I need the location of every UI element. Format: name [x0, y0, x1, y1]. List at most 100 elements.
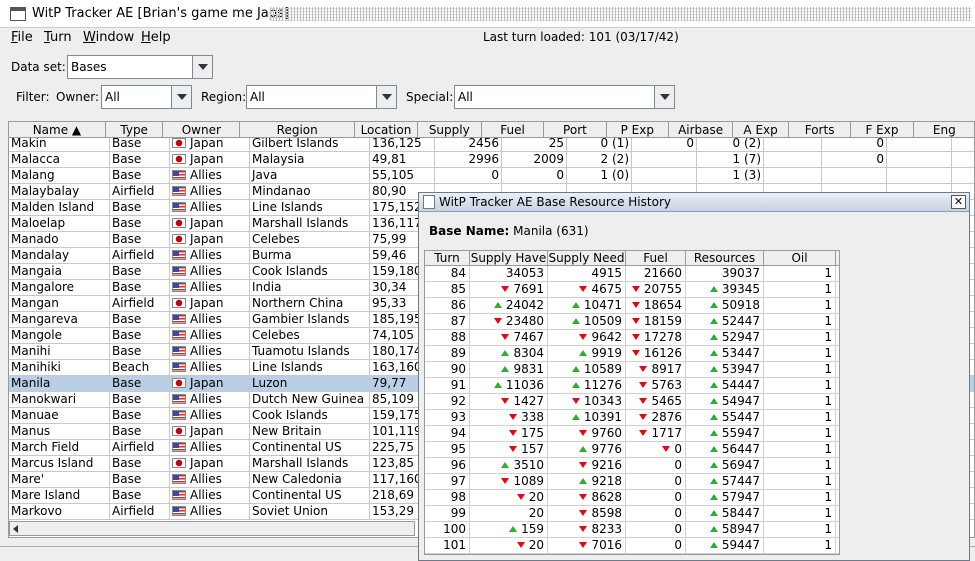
history-row[interactable]: 97 1089 9218 0 57447 1	[425, 474, 839, 490]
history-value: 1	[824, 330, 832, 344]
table-cell: Mindanao	[250, 184, 370, 200]
history-row[interactable]: 99 20 8598 0 58447 1	[425, 506, 839, 522]
dataset-value: Bases	[71, 60, 107, 74]
column-header[interactable]: Owner	[163, 122, 241, 138]
history-row[interactable]: 89 8304 9919 16126 53447 1	[425, 346, 839, 362]
up-arrow-icon: 10471	[572, 298, 622, 312]
history-row[interactable]: 88 7467 9642 17278 52947 1	[425, 330, 839, 346]
owner-text: Allies	[190, 408, 222, 422]
history-row[interactable]: 91 11036 11276 5763 54447 1	[425, 378, 839, 394]
menu-help[interactable]: Help	[141, 30, 171, 45]
owner-text: Allies	[190, 184, 222, 198]
owner-text: Japan	[190, 424, 224, 438]
history-row[interactable]: 84 34053 4915 21660 39037 1	[425, 266, 839, 282]
history-row[interactable]: 86 24042 10471 18654 50918 1	[425, 298, 839, 314]
history-cell: 39345	[686, 282, 764, 297]
history-column-header[interactable]: Supply Need	[548, 251, 626, 265]
history-row[interactable]: 87 23480 10509 18159 52447 1	[425, 314, 839, 330]
region-select[interactable]: All	[246, 85, 397, 109]
table-cell: Maloelap	[9, 216, 110, 232]
history-column-header[interactable]: Turn	[425, 251, 470, 265]
menu-file[interactable]: File	[11, 30, 33, 45]
column-header[interactable]: Airbase	[669, 122, 734, 138]
table-cell: 49,81	[370, 152, 435, 168]
chevron-down-icon[interactable]	[654, 86, 674, 108]
special-select[interactable]: All	[454, 85, 675, 109]
chevron-down-icon[interactable]	[376, 86, 396, 108]
table-cell: New Britain	[250, 424, 370, 440]
dialog-title: WitP Tracker AE Base Resource History	[439, 195, 671, 209]
history-row[interactable]: 95 157 9776 0 56447 1	[425, 442, 839, 458]
history-row[interactable]: 96 3510 9216 0 56947 1	[425, 458, 839, 474]
table-cell: Base	[110, 328, 170, 344]
region-value: All	[250, 90, 265, 104]
column-header[interactable]: Name ▲	[9, 122, 106, 138]
history-cell: 338	[470, 410, 548, 425]
history-row[interactable]: 85 7691 4675 20755 39345 1	[425, 282, 839, 298]
table-cell: Markovo	[9, 504, 110, 520]
column-header[interactable]: Eng	[914, 122, 974, 138]
history-cell: 1	[764, 346, 836, 361]
history-row[interactable]: 93 338 10391 2876 55447 1	[425, 410, 839, 426]
column-header[interactable]: A Exp	[733, 122, 789, 138]
title-bar[interactable]: WitP Tracker AE [Brian's game me Japs]	[0, 0, 975, 28]
history-cell: 7467	[470, 330, 548, 345]
table-cell: Airfield	[110, 184, 170, 200]
history-column-header[interactable]: Resources	[686, 251, 764, 265]
column-header[interactable]: P Exp	[607, 122, 669, 138]
dataset-select[interactable]: Bases	[67, 55, 213, 79]
column-header[interactable]: Type	[106, 122, 164, 138]
column-header[interactable]: Fuel	[482, 122, 545, 138]
history-row[interactable]: 90 9831 10589 8917 53947 1	[425, 362, 839, 378]
japan-flag-icon	[172, 154, 186, 164]
owner-cell: Japan	[170, 296, 250, 312]
chevron-down-icon[interactable]	[192, 56, 212, 78]
owner-text: Allies	[190, 472, 222, 486]
history-column-header[interactable]: Supply Have	[470, 251, 548, 265]
menu-turn[interactable]: Turn	[44, 30, 72, 45]
history-row[interactable]: 94 175 9760 1717 55947 1	[425, 426, 839, 442]
table-row[interactable]: Malacca Base Japan Malaysia 49,81 2996 2009 2 (…	[9, 152, 974, 168]
history-cell: 1	[764, 490, 836, 505]
history-column-header[interactable]: Oil	[764, 251, 836, 265]
dialog-title-bar[interactable]: WitP Tracker AE Base Resource History ✕	[419, 193, 969, 212]
history-cell: 8233	[548, 522, 626, 537]
column-header[interactable]: Port	[544, 122, 607, 138]
up-arrow-icon: 58447	[710, 506, 760, 520]
column-header[interactable]: Region	[240, 122, 356, 138]
down-arrow-icon: 8628	[579, 490, 622, 504]
down-arrow-icon: 5465	[639, 394, 682, 408]
chevron-down-icon[interactable]	[171, 86, 191, 108]
history-cell: 0	[626, 474, 686, 489]
owner-select[interactable]: All	[101, 85, 192, 109]
close-icon[interactable]: ✕	[951, 195, 966, 209]
history-value: 34053	[505, 266, 544, 280]
history-cell: 9216	[548, 458, 626, 473]
column-header[interactable]: F Exp	[851, 122, 914, 138]
table-cell: 2009	[502, 152, 567, 168]
table-cell: Base	[110, 392, 170, 408]
table-row[interactable]: Malang Base Allies Java 55,105 0 0 1 (0) 1 (3)	[9, 168, 974, 184]
column-header[interactable]: Forts	[789, 122, 852, 138]
owner-text: Allies	[190, 280, 222, 294]
history-table[interactable]: Turn Supply Have Supply Need Fuel Resources O…	[424, 250, 840, 555]
owner-cell: Allies	[170, 344, 250, 360]
menu-window[interactable]: Window	[83, 30, 134, 45]
history-cell: 1089	[470, 474, 548, 489]
history-row[interactable]: 101 20 7016 0 59447 1	[425, 538, 839, 554]
history-value: 95	[450, 442, 466, 456]
history-row[interactable]: 92 1427 10343 5465 54947 1	[425, 394, 839, 410]
history-value: 91	[450, 378, 466, 392]
up-arrow-icon: 9919	[579, 346, 622, 360]
scroll-left-icon[interactable]	[13, 525, 18, 533]
history-column-header[interactable]: Fuel	[626, 251, 686, 265]
owner-cell: Allies	[170, 488, 250, 504]
history-cell: 0	[626, 506, 686, 521]
history-row[interactable]: 98 20 8628 0 57947 1	[425, 490, 839, 506]
table-row[interactable]: Makin Base Japan Gilbert Islands 136,125 2456…	[9, 136, 974, 152]
column-header[interactable]: Location	[355, 122, 418, 138]
column-header[interactable]: Supply	[418, 122, 482, 138]
history-value: 1	[824, 490, 832, 504]
history-row[interactable]: 100 159 8233 0 58947 1	[425, 522, 839, 538]
horizontal-scrollbar[interactable]	[9, 521, 415, 536]
